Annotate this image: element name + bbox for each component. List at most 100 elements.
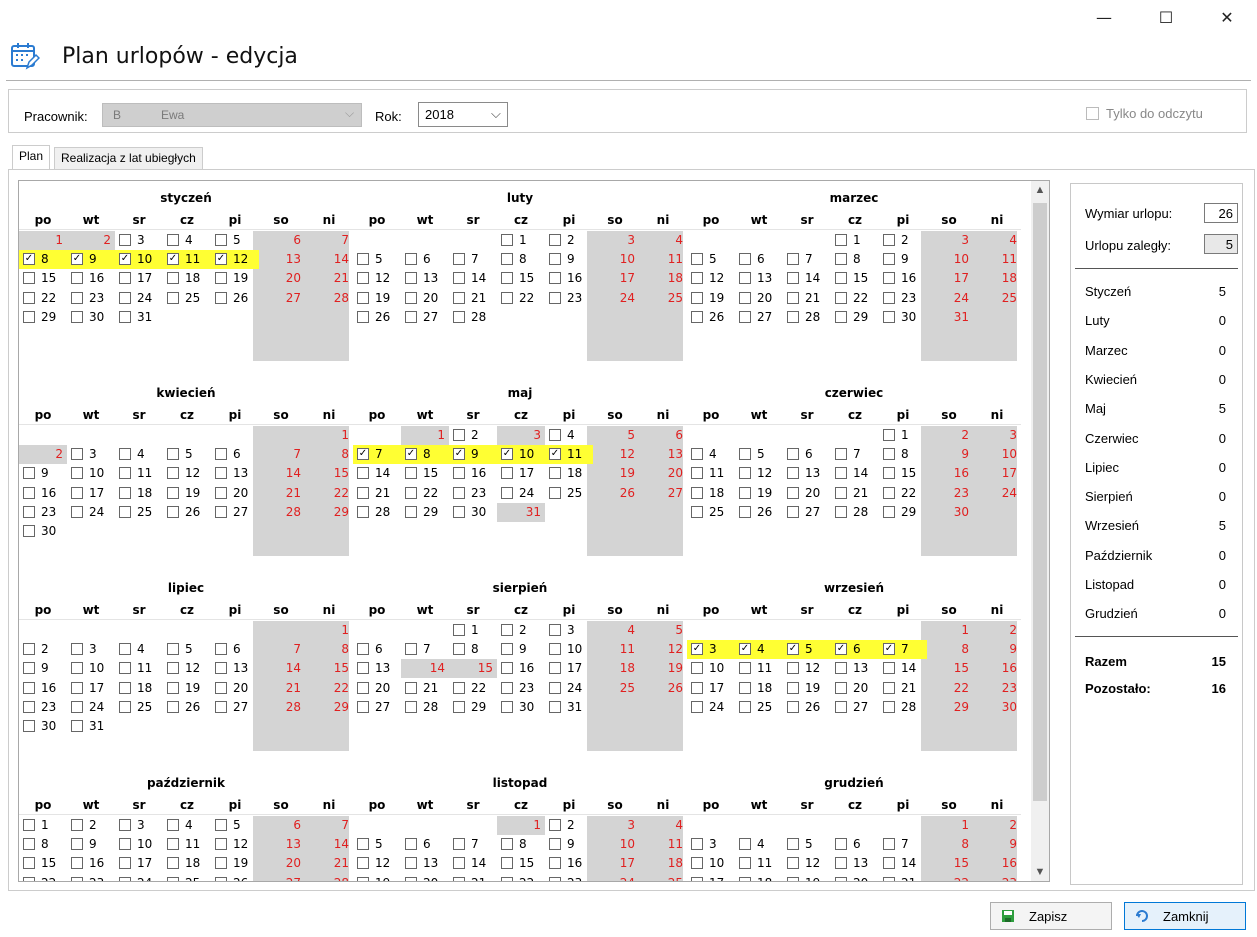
- day-checkbox[interactable]: 6: [783, 445, 831, 464]
- checkbox-icon[interactable]: [739, 467, 751, 480]
- day-checkbox[interactable]: 30: [19, 522, 67, 541]
- checkbox-icon[interactable]: [71, 291, 83, 304]
- checkbox-icon[interactable]: [787, 700, 799, 713]
- day-checkbox[interactable]: 20: [831, 679, 879, 698]
- checkbox-icon[interactable]: [883, 505, 895, 518]
- day-checkbox[interactable]: 20: [211, 679, 259, 698]
- day-checkbox[interactable]: 11: [687, 464, 735, 483]
- day-checkbox[interactable]: 30: [879, 308, 927, 327]
- day-checkbox[interactable]: 23: [67, 289, 115, 308]
- checkbox-icon[interactable]: [787, 857, 799, 870]
- day-checkbox[interactable]: 16: [497, 659, 545, 678]
- checkbox-icon[interactable]: [453, 700, 465, 713]
- day-checkbox[interactable]: 6: [735, 250, 783, 269]
- checkbox-icon[interactable]: [71, 876, 83, 881]
- checkbox-icon[interactable]: [167, 681, 179, 694]
- checkbox-icon[interactable]: [357, 467, 369, 480]
- day-checkbox[interactable]: 5: [783, 835, 831, 854]
- checkbox-icon[interactable]: [357, 486, 369, 499]
- checkbox-icon[interactable]: [453, 272, 465, 285]
- checkbox-icon[interactable]: [167, 291, 179, 304]
- day-checkbox-checked[interactable]: ✓ 10: [115, 250, 163, 270]
- checkbox-icon[interactable]: [23, 857, 35, 870]
- day-checkbox-checked[interactable]: ✓ 9: [67, 250, 115, 270]
- day-checkbox[interactable]: 20: [353, 679, 401, 698]
- checkbox-icon[interactable]: [71, 681, 83, 694]
- day-checkbox[interactable]: 13: [401, 854, 449, 873]
- checkbox-icon[interactable]: ✓: [119, 253, 131, 266]
- day-checkbox[interactable]: 10: [545, 640, 593, 659]
- checkbox-icon[interactable]: [71, 467, 83, 480]
- checkbox-icon[interactable]: [119, 681, 131, 694]
- day-checkbox[interactable]: 26: [735, 503, 783, 522]
- checkbox-icon[interactable]: [883, 700, 895, 713]
- day-checkbox[interactable]: 11: [115, 659, 163, 678]
- checkbox-icon[interactable]: [357, 505, 369, 518]
- checkbox-icon[interactable]: [739, 700, 751, 713]
- day-checkbox[interactable]: 24: [67, 503, 115, 522]
- checkbox-icon[interactable]: [167, 467, 179, 480]
- day-checkbox[interactable]: 25: [687, 503, 735, 522]
- close-window-button[interactable]: ✕: [1205, 6, 1249, 30]
- day-checkbox[interactable]: 9: [67, 835, 115, 854]
- day-checkbox[interactable]: 2: [19, 640, 67, 659]
- checkbox-icon[interactable]: [23, 838, 35, 851]
- day-checkbox[interactable]: 28: [401, 698, 449, 717]
- checkbox-icon[interactable]: ✓: [835, 643, 847, 656]
- day-checkbox[interactable]: 24: [497, 484, 545, 503]
- day-checkbox[interactable]: 16: [19, 484, 67, 503]
- checkbox-icon[interactable]: ✓: [787, 643, 799, 656]
- checkbox-icon[interactable]: [119, 486, 131, 499]
- day-checkbox[interactable]: 26: [163, 698, 211, 717]
- checkbox-icon[interactable]: [215, 234, 227, 246]
- checkbox-icon[interactable]: ✓: [167, 253, 179, 266]
- day-checkbox[interactable]: 6: [211, 640, 259, 659]
- checkbox-icon[interactable]: [835, 448, 847, 461]
- day-checkbox[interactable]: 29: [831, 308, 879, 327]
- day-checkbox[interactable]: 2: [497, 621, 545, 640]
- checkbox-icon[interactable]: [167, 448, 179, 461]
- checkbox-icon[interactable]: [23, 310, 35, 323]
- day-checkbox[interactable]: 26: [687, 308, 735, 327]
- day-checkbox[interactable]: 16: [449, 464, 497, 483]
- day-checkbox[interactable]: 21: [401, 679, 449, 698]
- vertical-scrollbar[interactable]: ▲ ▼: [1031, 181, 1049, 881]
- day-checkbox[interactable]: 1: [879, 426, 927, 445]
- day-checkbox[interactable]: 13: [353, 659, 401, 678]
- checkbox-icon[interactable]: [835, 662, 847, 675]
- checkbox-icon[interactable]: [883, 234, 895, 246]
- checkbox-icon[interactable]: [835, 505, 847, 518]
- checkbox-icon[interactable]: [23, 467, 35, 480]
- day-checkbox[interactable]: 31: [115, 308, 163, 327]
- checkbox-icon[interactable]: [71, 486, 83, 499]
- checkbox-icon[interactable]: [167, 234, 179, 246]
- day-checkbox[interactable]: 25: [163, 289, 211, 308]
- checkbox-icon[interactable]: [405, 272, 417, 285]
- day-checkbox[interactable]: 12: [211, 835, 259, 854]
- day-checkbox[interactable]: 26: [163, 503, 211, 522]
- day-checkbox[interactable]: 5: [163, 445, 211, 464]
- day-checkbox[interactable]: 2: [545, 816, 593, 835]
- checkbox-icon[interactable]: [215, 876, 227, 881]
- checkbox-icon[interactable]: [835, 838, 847, 851]
- day-checkbox[interactable]: 10: [687, 854, 735, 873]
- day-checkbox[interactable]: 4: [163, 816, 211, 835]
- checkbox-icon[interactable]: [549, 253, 561, 266]
- checkbox-icon[interactable]: [357, 291, 369, 304]
- day-checkbox-checked[interactable]: ✓ 10: [497, 445, 545, 465]
- day-checkbox[interactable]: 6: [211, 445, 259, 464]
- checkbox-icon[interactable]: [549, 643, 561, 656]
- checkbox-icon[interactable]: ✓: [691, 643, 703, 656]
- checkbox-icon[interactable]: [549, 486, 561, 499]
- day-checkbox[interactable]: 13: [831, 659, 879, 678]
- day-checkbox[interactable]: 2: [879, 231, 927, 250]
- checkbox-icon[interactable]: [739, 272, 751, 285]
- day-checkbox-checked[interactable]: ✓ 7: [879, 640, 927, 660]
- checkbox-icon[interactable]: [215, 662, 227, 675]
- day-checkbox[interactable]: 22: [449, 679, 497, 698]
- checkbox-icon[interactable]: [405, 467, 417, 480]
- day-checkbox[interactable]: 26: [353, 308, 401, 327]
- day-checkbox[interactable]: 8: [449, 640, 497, 659]
- day-checkbox-checked[interactable]: ✓ 8: [401, 445, 449, 465]
- checkbox-icon[interactable]: [167, 272, 179, 285]
